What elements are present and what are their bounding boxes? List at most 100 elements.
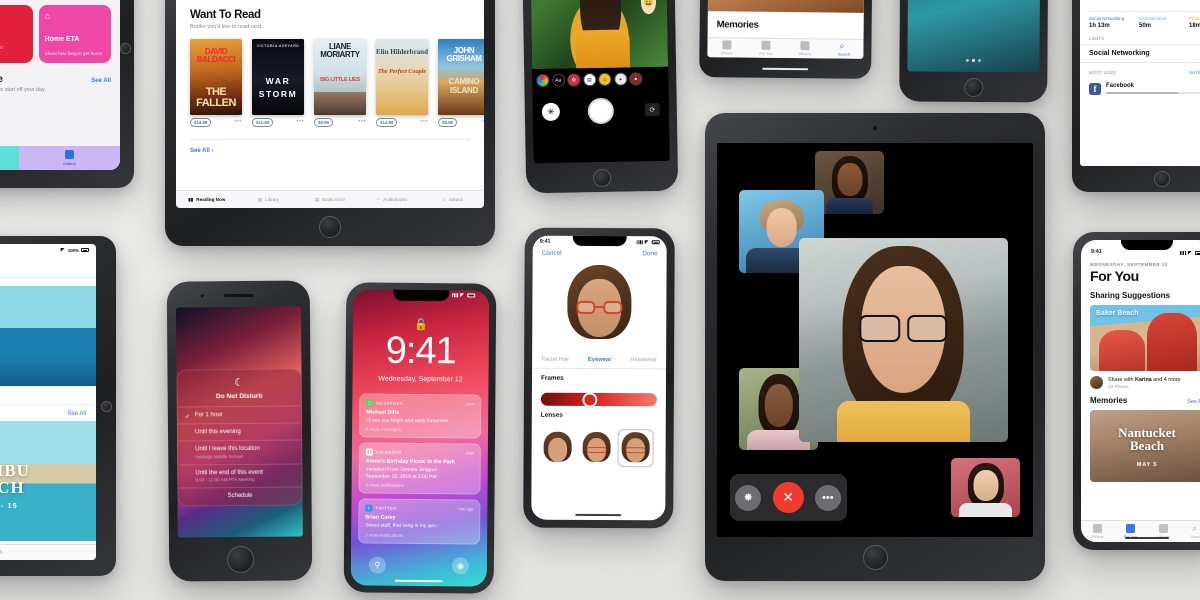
participant-tile-self[interactable] <box>950 458 1021 518</box>
text-icon[interactable]: Aa <box>551 73 565 87</box>
sharing-suggestion-card[interactable]: with Lynne and 4 more <box>0 286 96 404</box>
dnd-option-until-evening[interactable]: Until this evening <box>177 422 302 441</box>
book-price[interactable]: $9.99 <box>438 118 457 127</box>
dnd-option-for-1-hour[interactable]: ✓ For 1 hour <box>177 405 301 424</box>
home-button[interactable] <box>120 43 131 54</box>
tab-audiobooks[interactable]: ◠ Audiobooks <box>361 197 423 203</box>
tab-eyewear[interactable]: Eyewear <box>588 357 612 363</box>
flip-camera-icon[interactable]: ⟳ <box>644 102 660 117</box>
suggestion-photo[interactable] <box>0 286 96 386</box>
more-icon[interactable]: ••• <box>358 119 366 125</box>
show-categories-link[interactable]: SHOW CATEGORIES <box>1189 70 1200 75</box>
book-cover[interactable]: VICTORIA AVEYARD WAR STORM <box>252 38 304 115</box>
book-price[interactable]: $14.99 <box>376 118 398 127</box>
tab-library[interactable]: Library <box>0 146 19 170</box>
dnd-option-until-end-of-event[interactable]: Until the end of this event 9:00 - 11:00… <box>178 462 302 488</box>
book-item[interactable]: VICTORIA AVEYARD WAR STORM $11.99 ••• <box>252 38 304 127</box>
frames-swatches[interactable] <box>541 387 657 388</box>
tab-search[interactable]: ⌕Search <box>422 197 484 202</box>
shutter-button[interactable] <box>587 97 615 125</box>
memoji-style-option[interactable] <box>541 430 575 466</box>
home-indicator[interactable] <box>1125 536 1169 539</box>
schedule-button[interactable]: Schedule <box>178 486 302 506</box>
tab-headwear[interactable]: Headwear <box>630 357 656 363</box>
memory-card[interactable]: MALIBU BEACH APR 13 - 15 <box>0 421 96 541</box>
book-item[interactable]: LIANE MORIARTY BIG LITTLE LIES $9.99 ••• <box>314 38 366 127</box>
more-icon[interactable]: ••• <box>482 119 484 125</box>
more-icon[interactable]: ••• <box>420 119 428 125</box>
memoji-style-option[interactable] <box>580 430 614 466</box>
sticker-icon[interactable]: ▤ <box>582 73 596 87</box>
notification-messages[interactable]: ▢ MESSAGES now Michael Dilts I'll see yo… <box>359 393 482 439</box>
memoji-icon[interactable]: ● <box>629 72 643 86</box>
search-bar[interactable]: ⌕ Search <box>0 544 96 560</box>
more-icon[interactable]: ••• <box>296 119 304 125</box>
effects-toggle-icon[interactable]: ✳ <box>541 102 561 122</box>
dnd-option-until-leave-location[interactable]: Until I leave this location Heritage Mid… <box>178 439 302 465</box>
tab-photos[interactable]: Photos <box>707 38 746 57</box>
home-button[interactable] <box>319 216 341 238</box>
book-item[interactable]: Elin Hilderbrand The Perfect Couple $14.… <box>376 38 428 127</box>
slider-knob[interactable] <box>582 391 598 407</box>
book-price[interactable]: $14.99 <box>190 118 212 127</box>
tab-search[interactable]: ⌕Search <box>824 39 863 58</box>
frames-color-slider[interactable] <box>540 391 657 407</box>
memory-card[interactable]: Nantucket Beach MAY 5 <box>1090 410 1200 482</box>
home-indicator[interactable] <box>575 513 622 517</box>
home-button[interactable] <box>592 168 612 188</box>
home-button[interactable] <box>227 545 255 574</box>
more-button[interactable]: ••• <box>814 484 841 511</box>
tab-facial-hair[interactable]: Facial Hair <box>541 357 569 363</box>
filters-icon[interactable] <box>536 73 550 88</box>
memoji-style-option-selected[interactable] <box>619 430 653 466</box>
sharing-suggestion-photo[interactable]: Baker Beach <box>1090 305 1200 371</box>
camera-icon[interactable]: ◉ <box>451 557 469 575</box>
see-all-link[interactable]: See All <box>91 78 111 84</box>
book-cover[interactable]: JOHN GRISHAM CAMINO ISLAND <box>438 38 484 115</box>
book-price[interactable]: $9.99 <box>314 118 333 127</box>
notification-more[interactable]: 6 more messages <box>366 427 474 433</box>
flashlight-icon[interactable]: ⚲ <box>368 556 386 574</box>
notification-more[interactable]: 2 more notifications <box>366 483 474 489</box>
home-button[interactable] <box>101 401 112 412</box>
shortcut-card-home-eta[interactable]: ⌂ Home ETA Share how long to get home <box>38 4 111 63</box>
book-item[interactable]: DAVID BALDACCI THE FALLEN $14.99 ••• <box>190 38 242 127</box>
home-button[interactable] <box>963 77 983 98</box>
book-cover[interactable]: Elin Hilderbrand The Perfect Couple <box>376 38 428 115</box>
tab-albums[interactable]: Albums <box>785 39 824 58</box>
home-indicator[interactable] <box>762 67 809 71</box>
effects-button[interactable]: ✸ <box>735 484 762 511</box>
tab-gallery[interactable]: Gallery <box>19 146 120 170</box>
tab-photos[interactable]: Photos <box>1081 524 1114 539</box>
tab-library[interactable]: ▥ Library <box>238 197 300 203</box>
participant-tile-top[interactable] <box>814 150 885 214</box>
book-cover[interactable]: LIANE MORIARTY BIG LITTLE LIES <box>314 38 366 115</box>
shapes-icon[interactable]: ✿ <box>567 73 581 87</box>
home-button[interactable] <box>862 545 888 570</box>
book-cover[interactable]: DAVID BALDACCI THE FALLEN <box>190 38 242 115</box>
see-all-link[interactable]: See All › <box>190 138 470 154</box>
limit-row[interactable]: Social Networking 2 hr <box>1080 43 1200 63</box>
tab-for-you[interactable]: For You <box>746 39 785 58</box>
share-row[interactable]: Share with Karina and 4 more 23 Photos <box>1081 371 1200 389</box>
animoji-icon[interactable]: ◕ <box>613 72 627 86</box>
book-price[interactable]: $11.99 <box>252 118 274 127</box>
notification-twitter[interactable]: t TWITTER 4m ago Brian Carey Sweet stuff… <box>358 498 481 545</box>
shortcut-card-play-playlist[interactable]: ☰ Play Playlist Start playing a preselec… <box>0 4 33 63</box>
participant-tile-speaker[interactable] <box>799 237 1008 443</box>
tab-search[interactable]: ⌕Search <box>1180 524 1200 539</box>
tab-reading-now[interactable]: ▮▮ Reading Now <box>176 197 238 203</box>
end-call-button[interactable]: ✕ <box>772 482 804 514</box>
book-item[interactable]: JOHN GRISHAM CAMINO ISLAND $9.99 ••• <box>438 38 484 127</box>
done-button[interactable]: Done <box>642 250 657 257</box>
tab-book-store[interactable]: ▤ Book Store <box>299 197 361 203</box>
sticker-icecream[interactable]: 😄 <box>640 0 657 15</box>
home-indicator[interactable] <box>394 579 443 583</box>
emoji-icon[interactable]: ☺ <box>598 72 612 87</box>
more-icon[interactable]: ••• <box>234 119 242 125</box>
app-row-facebook[interactable]: f Facebook 32m <box>1080 78 1200 100</box>
see-all-link[interactable]: See All <box>0 404 96 421</box>
notification-more[interactable]: 2 more notifications <box>365 532 473 538</box>
home-button[interactable] <box>1154 171 1170 187</box>
see-all-link[interactable]: See All <box>1187 399 1200 405</box>
